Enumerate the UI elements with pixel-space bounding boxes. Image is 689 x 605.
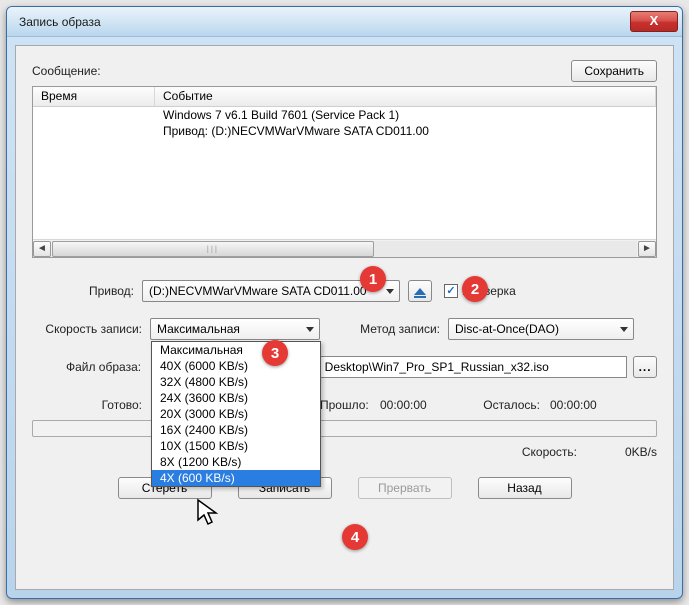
image-file-value: Desktop\Win7_Pro_SP1_Russian_x32.iso: [325, 360, 549, 374]
log-cell-event: Windows 7 v6.1 Build 7601 (Service Pack …: [155, 107, 656, 123]
scroll-track[interactable]: [52, 241, 637, 257]
scroll-right-arrow-icon[interactable]: ►: [638, 241, 656, 257]
eject-icon: [414, 288, 426, 295]
client-area: Сообщение: Сохранить Время Событие Windo…: [15, 45, 674, 590]
save-button[interactable]: Сохранить: [571, 60, 657, 82]
write-method-value: Disc-at-Once(DAO): [455, 322, 559, 336]
annotation-marker-4: 4: [342, 524, 368, 550]
ready-label: Готово:: [32, 398, 150, 412]
abort-button: Прервать: [358, 477, 452, 499]
speed-option[interactable]: 10X (1500 KB/s): [152, 438, 320, 454]
rate-label: Скорость:: [522, 445, 597, 459]
elapsed-label: Прошло:: [320, 398, 380, 412]
log-row[interactable]: Windows 7 v6.1 Build 7601 (Service Pack …: [33, 107, 656, 123]
window-title: Запись образа: [19, 15, 630, 29]
message-label: Сообщение:: [32, 64, 101, 78]
col-time[interactable]: Время: [33, 87, 155, 106]
drive-label: Привод:: [32, 284, 142, 298]
speed-option[interactable]: 16X (2400 KB/s): [152, 422, 320, 438]
log-row[interactable]: Привод: (D:)NECVMWarVMware SATA CD011.00: [33, 123, 656, 139]
speed-option[interactable]: 4X (600 KB/s): [152, 470, 320, 486]
write-speed-value: Максимальная: [157, 322, 240, 336]
write-speed-combo[interactable]: Максимальная: [150, 318, 320, 340]
elapsed-value: 00:00:00: [380, 398, 470, 412]
scroll-left-arrow-icon[interactable]: ◄: [33, 241, 51, 257]
bottom-button-bar: Стереть Записать Прервать Назад: [32, 477, 657, 499]
remaining-label: Осталось:: [470, 398, 550, 412]
speed-option[interactable]: 24X (3600 KB/s): [152, 390, 320, 406]
log-header: Время Событие: [33, 87, 656, 107]
log-cell-time: [33, 123, 155, 139]
back-button[interactable]: Назад: [478, 477, 572, 499]
remaining-value: 00:00:00: [550, 398, 597, 412]
progress-bar: [32, 420, 657, 437]
browse-button[interactable]: ...: [633, 356, 657, 378]
annotation-marker-3: 3: [262, 340, 288, 366]
burn-image-window: Запись образа X Сообщение: Сохранить Вре…: [6, 6, 683, 599]
write-method-label: Метод записи:: [340, 322, 448, 336]
speed-option[interactable]: 32X (4800 KB/s): [152, 374, 320, 390]
log-body: Windows 7 v6.1 Build 7601 (Service Pack …: [33, 107, 656, 239]
log-listview[interactable]: Время Событие Windows 7 v6.1 Build 7601 …: [32, 86, 657, 258]
scroll-thumb[interactable]: [52, 241, 374, 257]
verify-checkbox[interactable]: [444, 284, 458, 298]
eject-button[interactable]: [408, 280, 432, 302]
log-cell-time: [33, 107, 155, 123]
image-file-label: Файл образа:: [32, 360, 149, 374]
speed-option[interactable]: 40X (6000 KB/s): [152, 358, 320, 374]
speed-option[interactable]: 8X (1200 KB/s): [152, 454, 320, 470]
horizontal-scrollbar[interactable]: ◄ ►: [33, 239, 656, 257]
write-speed-dropdown-list[interactable]: Максимальная40X (6000 KB/s)32X (4800 KB/…: [151, 341, 321, 487]
log-cell-event: Привод: (D:)NECVMWarVMware SATA CD011.00: [155, 123, 656, 139]
rate-value: 0KB/s: [597, 445, 657, 459]
speed-option[interactable]: 20X (3000 KB/s): [152, 406, 320, 422]
annotation-marker-1: 1: [360, 266, 386, 292]
speed-option[interactable]: Максимальная: [152, 342, 320, 358]
col-event[interactable]: Событие: [155, 87, 656, 106]
close-button[interactable]: X: [630, 11, 678, 32]
image-file-textbox[interactable]: Desktop\Win7_Pro_SP1_Russian_x32.iso: [318, 356, 628, 378]
write-speed-label: Скорость записи:: [32, 322, 150, 336]
write-method-combo[interactable]: Disc-at-Once(DAO): [448, 318, 634, 340]
annotation-marker-2: 2: [462, 276, 488, 302]
drive-value: (D:)NECVMWarVMware SATA CD011.00: [149, 284, 367, 298]
titlebar: Запись образа X: [7, 7, 682, 37]
